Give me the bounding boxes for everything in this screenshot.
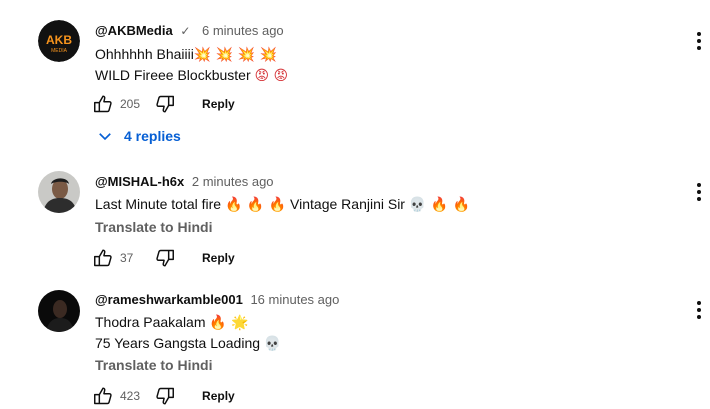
comment-timestamp[interactable]: 6 minutes ago [202,23,284,38]
author-name[interactable]: @rameshwarkamble001 [95,292,243,307]
like-count: 423 [120,389,141,403]
fire-star-emoji: 🔥 🌟 [209,315,249,331]
fire-emoji: 🔥 🔥 🔥 [224,197,287,213]
more-vert-icon[interactable] [694,181,704,203]
comment-text: Ohhhhhh Bhaiiii💥 💥 💥 💥 WILD Fireee Block… [95,44,288,86]
avatar-photo [38,290,80,332]
collision-emoji: 💥 💥 💥 💥 [193,47,277,63]
avatar-rameshwar[interactable] [38,290,80,332]
like-count: 37 [120,251,134,265]
dislike-icon[interactable] [154,93,176,115]
comment-timestamp[interactable]: 16 minutes ago [250,292,339,307]
comment-actions: 205 Reply [92,92,235,116]
dislike-icon[interactable] [154,247,176,269]
skull-fire-emoji: 💀 🔥 🔥 [408,197,471,213]
view-replies-button[interactable]: 4 replies [96,127,181,145]
comment-text: Thodra Paakalam 🔥 🌟 75 Years Gangsta Loa… [95,312,281,354]
reply-button[interactable]: Reply [202,389,235,403]
chevron-down-icon [99,133,111,141]
author-name[interactable]: @MISHAL-h6x [95,174,184,189]
more-vert-icon[interactable] [694,30,704,52]
comment-line: 75 Years Gangsta Loading 💀 [95,335,282,352]
replies-count: 4 replies [124,128,181,144]
comment-line: WILD Fireee Blockbuster 😡 😡 [95,67,289,84]
angry-face-emoji: 😡 😡 [254,68,289,84]
more-vert-icon[interactable] [694,299,704,321]
akb-logo-icon: AKB MEDIA [38,20,80,62]
comment-actions: 37 Reply [92,246,235,270]
skull-emoji: 💀 [263,336,282,352]
dislike-icon[interactable] [154,385,176,407]
reply-button[interactable]: Reply [202,251,235,265]
like-count: 205 [120,97,141,111]
reply-button[interactable]: Reply [202,97,235,111]
avatar-logo-bottom: MEDIA [51,48,68,54]
avatar-logo-top: AKB [46,33,72,47]
like-icon[interactable] [92,385,114,407]
comment-text: Last Minute total fire 🔥 🔥 🔥 Vintage Ran… [95,196,471,213]
like-icon[interactable] [92,93,114,115]
comment-header: @AKBMedia ✓ 6 minutes ago [95,23,284,38]
comment-header: @rameshwarkamble001 16 minutes ago [95,292,339,307]
comment-line: Thodra Paakalam 🔥 🌟 [95,314,249,331]
translate-button[interactable]: Translate to Hindi [95,357,212,373]
comment-timestamp[interactable]: 2 minutes ago [192,174,274,189]
translate-button[interactable]: Translate to Hindi [95,219,212,235]
author-name[interactable]: @AKBMedia [95,23,173,38]
avatar-mishal[interactable] [38,171,80,213]
verified-check-icon: ✓ [180,24,191,38]
like-icon[interactable] [92,247,114,269]
comment-header: @MISHAL-h6x 2 minutes ago [95,174,274,189]
comment-line: Ohhhhhh Bhaiiii💥 💥 💥 💥 [95,46,277,63]
avatar-akbmedia[interactable]: AKB MEDIA [38,20,80,62]
avatar-photo [38,171,80,213]
comment-actions: 423 Reply [92,384,235,408]
